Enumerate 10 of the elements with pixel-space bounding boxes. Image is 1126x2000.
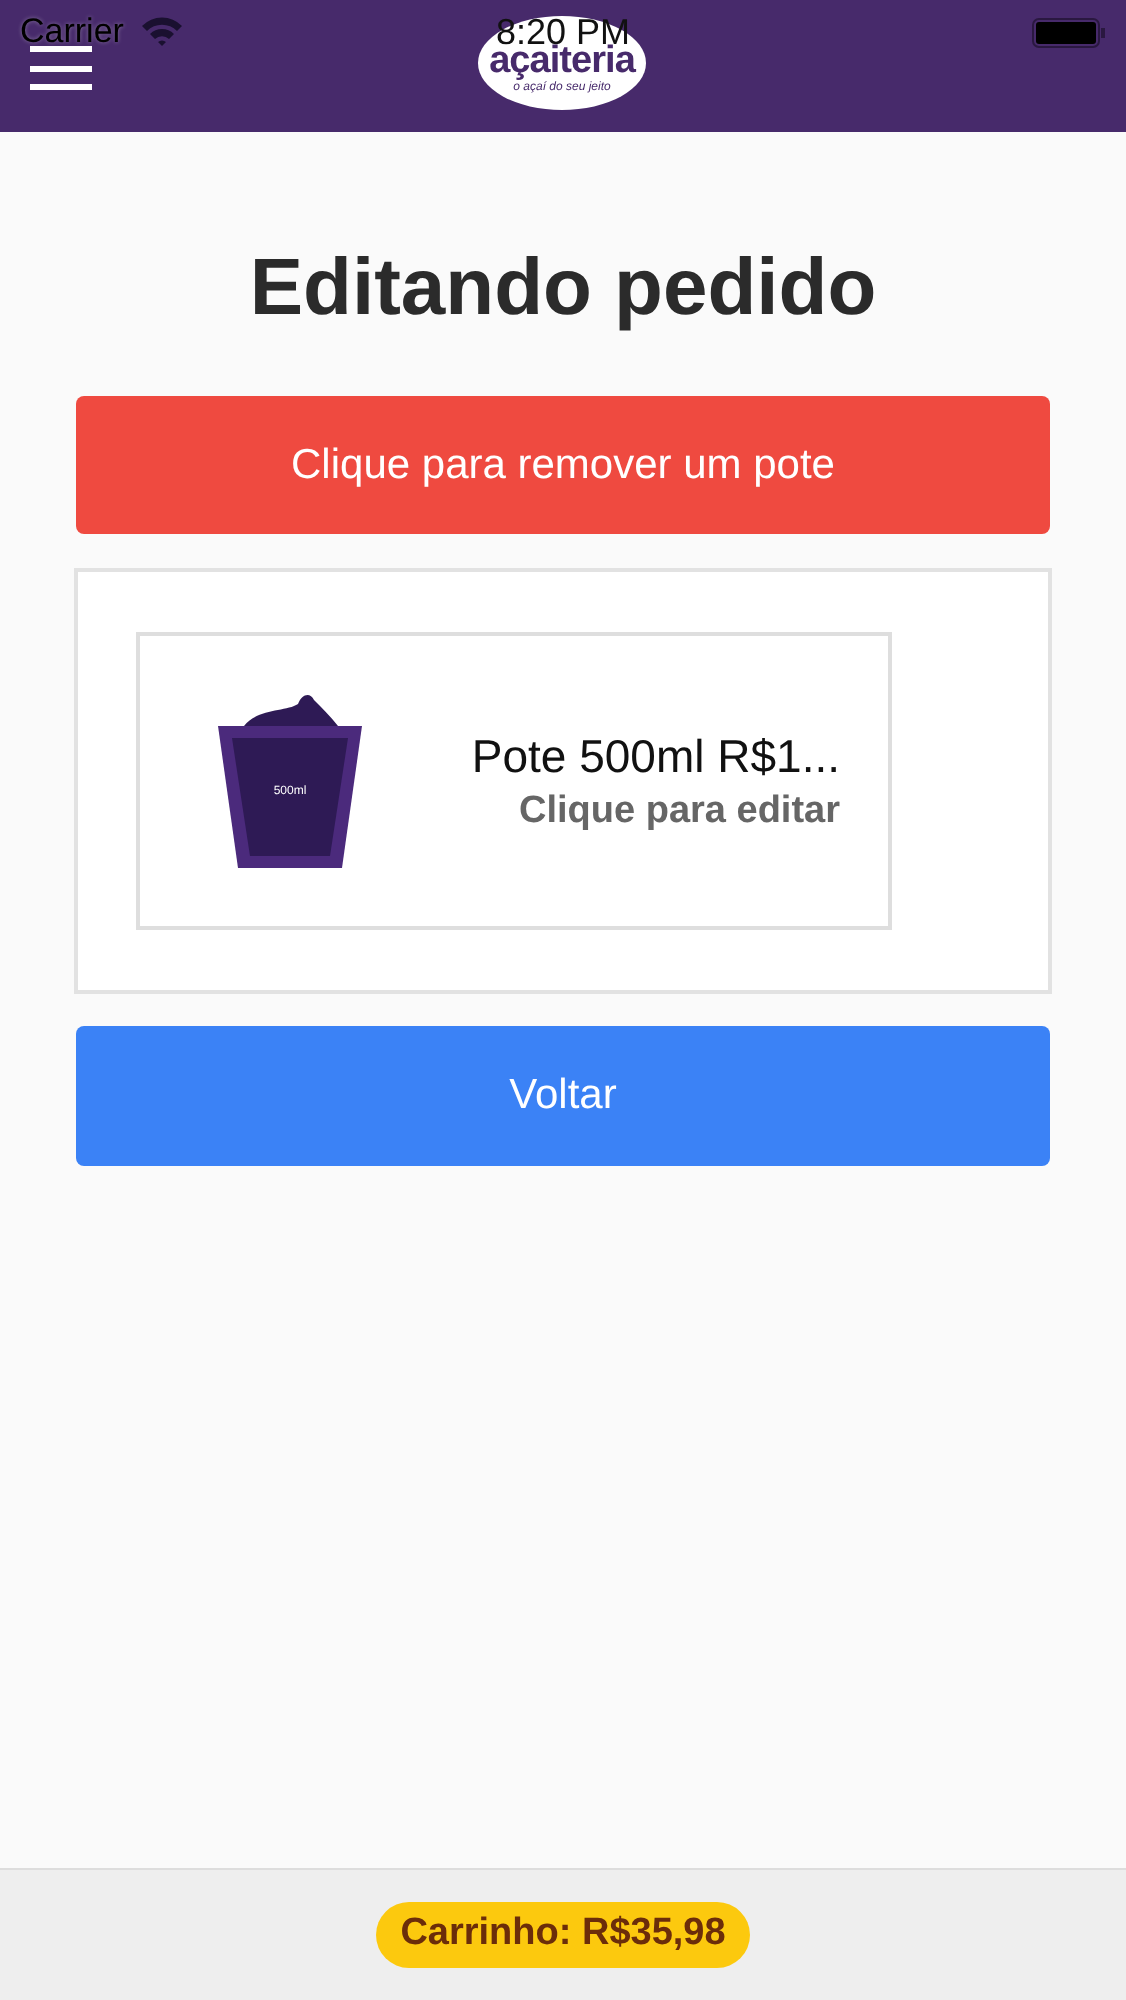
carrier-label: Carrier bbox=[20, 10, 124, 55]
edit-hint: Clique para editar bbox=[519, 787, 840, 835]
wifi-icon bbox=[139, 16, 184, 48]
back-button[interactable]: Voltar bbox=[76, 1026, 1050, 1166]
menu-icon[interactable] bbox=[30, 46, 92, 90]
page-title: Editando pedido bbox=[247, 242, 879, 336]
remove-pot-button[interactable]: Clique para remover um pote bbox=[76, 396, 1050, 534]
item-name: Pote 500ml R$1... bbox=[471, 727, 840, 785]
battery-icon bbox=[1032, 17, 1106, 47]
cart-badge[interactable]: Carrinho: R$35,98 bbox=[376, 1902, 750, 1968]
